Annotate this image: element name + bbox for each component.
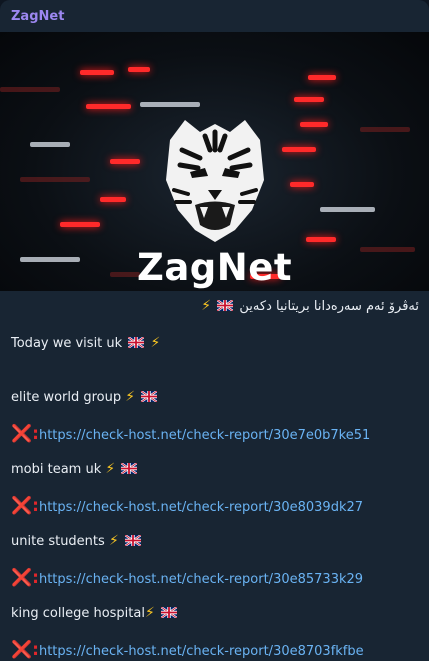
- target-link-line: ❌:https://check-host.net/check-report/30…: [11, 424, 370, 444]
- red-cross-icon: ❌:: [11, 640, 39, 660]
- target-name-line: elite world group ⚡: [11, 389, 159, 405]
- uk-flag-icon: [127, 336, 145, 349]
- check-report-link[interactable]: https://check-host.net/check-report/30e8…: [39, 500, 363, 515]
- uk-flag-icon: [140, 390, 158, 403]
- check-report-link[interactable]: https://check-host.net/check-report/30e8…: [39, 572, 363, 587]
- lightning-icon: ⚡: [108, 533, 119, 549]
- target-name: king college hospital: [11, 606, 145, 621]
- red-cross-icon: ❌:: [11, 568, 39, 588]
- uk-flag-icon: [124, 534, 142, 547]
- uk-flag-icon: [216, 299, 234, 312]
- lightning-icon: ⚡: [201, 298, 212, 314]
- uk-flag-icon: [120, 462, 138, 475]
- target-link-line: ❌:https://check-host.net/check-report/30…: [11, 568, 363, 588]
- lightning-icon: ⚡: [144, 605, 155, 621]
- red-cross-icon: ❌:: [11, 496, 39, 516]
- light-streak: [0, 87, 60, 92]
- light-streak: [80, 70, 114, 75]
- target-name: unite students: [11, 534, 105, 549]
- tiger-icon: [0, 110, 429, 250]
- light-streak: [140, 102, 200, 107]
- rtl-text: ئەڤرۆ ئەم سەرەدانا بریتانیا دکەین: [239, 299, 419, 314]
- message-rtl-line: ئەڤرۆ ئەم سەرەدانا بریتانیا دکەین ⚡: [0, 291, 429, 320]
- check-report-link[interactable]: https://check-host.net/check-report/30e8…: [39, 644, 364, 659]
- light-streak: [128, 67, 150, 72]
- light-streak: [294, 97, 324, 102]
- target-name: mobi team uk: [11, 462, 102, 477]
- channel-name[interactable]: ZagNet: [0, 0, 429, 32]
- red-cross-icon: ❌:: [11, 424, 39, 444]
- banner-image[interactable]: ZagNet: [0, 32, 429, 291]
- target-name-line: king college hospital⚡: [11, 605, 179, 621]
- lightning-icon: ⚡: [125, 389, 136, 405]
- banner-logo-text: ZagNet: [136, 246, 293, 289]
- intro-line: Today we visit uk ⚡: [11, 335, 160, 351]
- message-bubble: ZagNet ZagNet ئەڤرۆ ئەم سەرەدانا بریتانی…: [0, 0, 429, 661]
- uk-flag-icon: [160, 606, 178, 619]
- intro-text: Today we visit uk: [11, 336, 123, 351]
- light-streak: [308, 75, 336, 80]
- target-name-line: mobi team uk ⚡: [11, 461, 139, 477]
- lightning-icon: ⚡: [150, 335, 161, 351]
- light-streak: [86, 104, 131, 109]
- target-link-line: ❌:https://check-host.net/check-report/30…: [11, 640, 364, 660]
- target-name: elite world group: [11, 390, 122, 405]
- target-name-line: unite students ⚡: [11, 533, 143, 549]
- lightning-icon: ⚡: [105, 461, 116, 477]
- check-report-link[interactable]: https://check-host.net/check-report/30e7…: [39, 428, 370, 443]
- target-link-line: ❌:https://check-host.net/check-report/30…: [11, 496, 363, 516]
